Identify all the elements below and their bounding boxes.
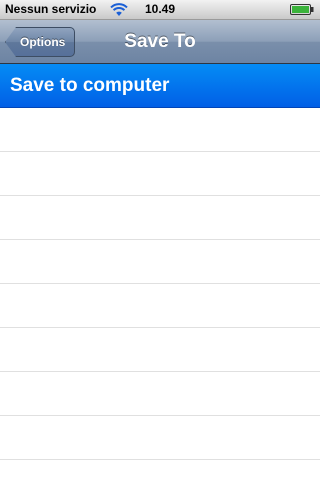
- empty-row: [0, 152, 320, 196]
- page-title: Save To: [124, 31, 196, 52]
- navigation-bar: Options Save To: [0, 20, 320, 64]
- empty-row: [0, 196, 320, 240]
- empty-row: [0, 416, 320, 460]
- empty-row: [0, 372, 320, 416]
- list-item-label: Save to computer: [10, 75, 170, 96]
- status-bar: Nessun servizio 10.49: [0, 0, 320, 20]
- screen: Nessun servizio 10.49 Options Save To Sa…: [0, 0, 320, 480]
- empty-row: [0, 284, 320, 328]
- empty-row: [0, 108, 320, 152]
- save-to-computer-row[interactable]: Save to computer: [0, 64, 320, 108]
- empty-row: [0, 328, 320, 372]
- back-button-label: Options: [20, 35, 66, 49]
- empty-row: [0, 240, 320, 284]
- empty-row: [0, 460, 320, 480]
- battery-icon: [290, 4, 314, 15]
- save-destination-list: Save to computer: [0, 64, 320, 480]
- clock: 10.49: [144, 2, 176, 16]
- back-button[interactable]: Options: [5, 27, 76, 57]
